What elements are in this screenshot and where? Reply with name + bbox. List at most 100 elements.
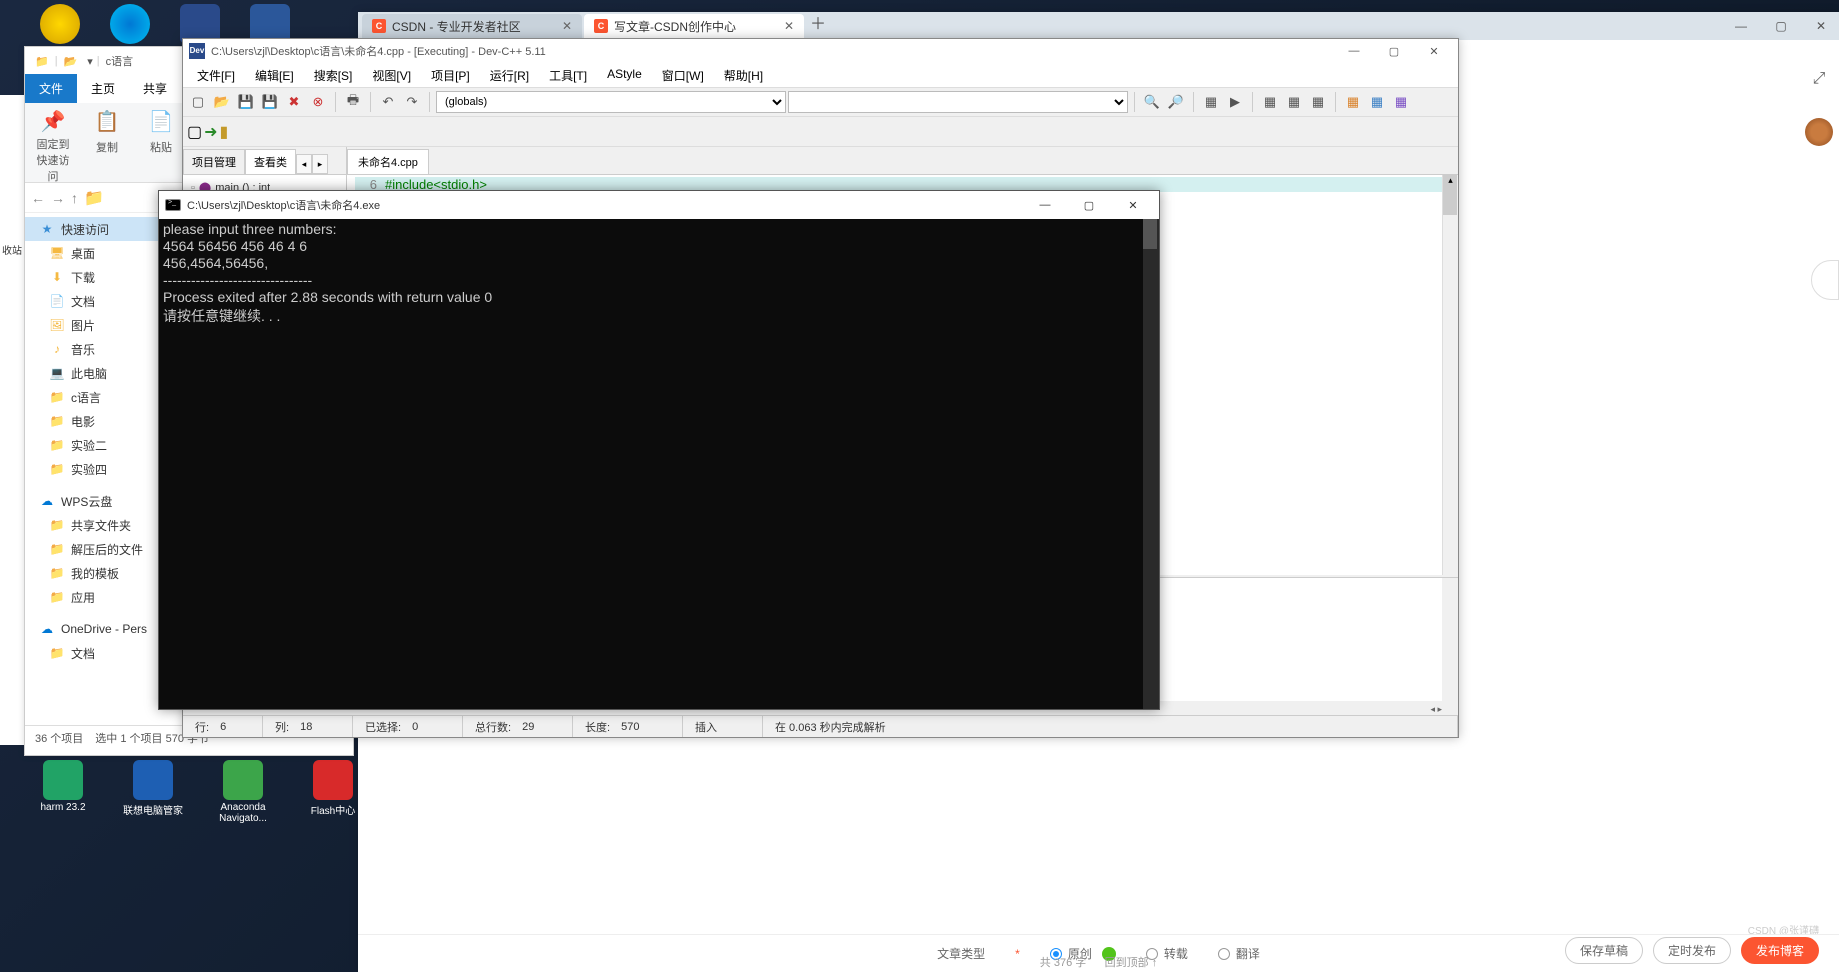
compile-icon[interactable]: ▦ (1200, 91, 1222, 113)
item-icon: 📄 (49, 294, 65, 308)
folder-icon: 📁 (35, 55, 49, 68)
new-tab-button[interactable]: ＋ (806, 14, 830, 38)
floating-button[interactable] (1811, 260, 1839, 300)
maximize-icon[interactable]: ▢ (1376, 41, 1412, 61)
desktop-icon[interactable]: 联想电脑管家 (118, 760, 188, 832)
back-button[interactable]: ← (31, 190, 45, 206)
close-icon[interactable]: ✕ (1416, 41, 1452, 61)
console-output[interactable]: please input three numbers: 4564 56456 4… (159, 219, 1159, 709)
schedule-button[interactable]: 定时发布 (1653, 937, 1731, 964)
terminal-icon (165, 199, 181, 211)
close-all-icon[interactable]: ⊗ (307, 91, 329, 113)
item-icon: 📁 (49, 462, 65, 476)
run-icon[interactable]: ▶ (1224, 91, 1246, 113)
globals-combo[interactable]: (globals) (436, 91, 786, 113)
minimize-icon[interactable]: — (1025, 193, 1065, 217)
item-icon: 💻 (49, 366, 65, 380)
close-icon[interactable]: ✕ (1807, 16, 1835, 36)
close-icon[interactable]: ✕ (1113, 193, 1153, 217)
scroll-right-icon[interactable]: ▸ (312, 154, 328, 174)
csdn-favicon-icon: C (594, 19, 608, 33)
toolbar-main: ▢ 📂 💾 💾 ✖ ⊗ 🖶 ↶ ↷ (globals) 🔍 🔎 ▦ ▶ ▦ ▦ … (183, 87, 1458, 117)
tab-close-icon[interactable]: ✕ (562, 19, 572, 33)
paste-icon: 📄 (147, 109, 175, 137)
paste-button[interactable]: 📄 粘贴 (141, 109, 181, 176)
print-icon[interactable]: 🖶 (342, 91, 364, 113)
radio-translate[interactable]: 翻译 (1218, 945, 1260, 962)
goto-icon[interactable]: ➜ (204, 122, 217, 142)
menu-item[interactable]: 工具[T] (539, 63, 597, 87)
members-combo[interactable] (788, 91, 1128, 113)
minimize-icon[interactable]: — (1336, 41, 1372, 61)
item-icon: 📁 (49, 518, 65, 532)
toolbar-secondary: ▢ ➜ ▮ (183, 117, 1458, 147)
publish-button[interactable]: 发布博客 (1741, 937, 1819, 964)
scroll-left-icon[interactable]: ◂ (296, 154, 312, 174)
console-titlebar[interactable]: C:\Users\zjl\Desktop\c语言\未命名4.exe — ▢ ✕ (159, 191, 1159, 219)
menu-item[interactable]: 编辑[E] (245, 63, 304, 87)
open-icon[interactable]: 📂 (211, 91, 233, 113)
up-button[interactable]: ↑ (71, 190, 78, 206)
toggle-icon[interactable]: ▮ (220, 122, 229, 142)
menu-item[interactable]: 窗口[W] (652, 63, 714, 87)
ribbon-file-tab[interactable]: 文件 (25, 74, 77, 103)
browser-tab[interactable]: C CSDN - 专业开发者社区 ✕ (362, 14, 582, 38)
new-file-icon[interactable]: ▢ (187, 91, 209, 113)
menu-item[interactable]: 文件[F] (187, 63, 245, 87)
maximize-icon[interactable]: ▢ (1767, 16, 1795, 36)
console-scrollbar[interactable] (1143, 219, 1159, 709)
item-icon: 📁 (49, 566, 65, 580)
debug-icon[interactable]: ▦ (1259, 91, 1281, 113)
recycle-stub: 收站 (0, 240, 24, 259)
menu-item[interactable]: 视图[V] (362, 63, 421, 87)
expand-icon[interactable]: ⤢ (1813, 70, 1826, 88)
item-icon: ⬇ (49, 270, 65, 284)
menu-item[interactable]: AStyle (597, 63, 652, 87)
minimize-icon[interactable]: — (1727, 16, 1755, 36)
grid-icon[interactable]: ▦ (1342, 91, 1364, 113)
editor-scrollbar[interactable]: ▴ (1442, 175, 1458, 575)
save-icon[interactable]: 💾 (235, 91, 257, 113)
ribbon-home-tab[interactable]: 主页 (77, 74, 129, 103)
bookmark-icon[interactable]: ▢ (187, 122, 202, 142)
music-app-icon[interactable] (40, 4, 80, 44)
menu-item[interactable]: 运行[R] (480, 63, 539, 87)
save-all-icon[interactable]: 💾 (259, 91, 281, 113)
grid3-icon[interactable]: ▦ (1390, 91, 1412, 113)
console-window: C:\Users\zjl\Desktop\c语言\未命名4.exe — ▢ ✕ … (158, 190, 1160, 710)
menu-item[interactable]: 搜索[S] (304, 63, 363, 87)
article-type-label: 文章类型 (937, 945, 985, 962)
menu-item[interactable]: 项目[P] (421, 63, 480, 87)
panel-scrollbar[interactable] (1442, 578, 1458, 717)
close-file-icon[interactable]: ✖ (283, 91, 305, 113)
replace-icon[interactable]: 🔎 (1165, 91, 1187, 113)
file-tab[interactable]: 未命名4.cpp (347, 149, 429, 174)
redo-icon[interactable]: ↷ (401, 91, 423, 113)
maximize-icon[interactable]: ▢ (1069, 193, 1109, 217)
copy-button[interactable]: 📋 复制 (87, 109, 127, 176)
undo-icon[interactable]: ↶ (377, 91, 399, 113)
tab-title: CSDN - 专业开发者社区 (392, 18, 521, 35)
grid2-icon[interactable]: ▦ (1366, 91, 1388, 113)
monkey-avatar-icon[interactable] (1805, 118, 1833, 146)
desktop-icon[interactable]: Anaconda Navigato... (208, 760, 278, 832)
step-icon[interactable]: ▦ (1283, 91, 1305, 113)
menu-item[interactable]: 帮助[H] (714, 63, 773, 87)
devcpp-titlebar[interactable]: Dev C:\Users\zjl\Desktop\c语言\未命名4.cpp - … (183, 39, 1458, 63)
edge-icon[interactable] (110, 4, 150, 44)
ribbon-share-tab[interactable]: 共享 (129, 74, 181, 103)
browser-window-controls: — ▢ ✕ (1727, 16, 1835, 36)
explorer-path: c语言 (106, 53, 134, 69)
tab-close-icon[interactable]: ✕ (784, 19, 794, 33)
find-icon[interactable]: 🔍 (1141, 91, 1163, 113)
project-tab[interactable]: 项目管理 (183, 149, 245, 174)
forward-button[interactable]: → (51, 190, 65, 206)
save-draft-button[interactable]: 保存草稿 (1565, 937, 1643, 964)
desktop-icon[interactable]: harm 23.2 (28, 760, 98, 832)
browser-tab-active[interactable]: C 写文章-CSDN创作中心 ✕ (584, 14, 804, 38)
stop-icon[interactable]: ▦ (1307, 91, 1329, 113)
classes-tab[interactable]: 查看类 (245, 149, 296, 174)
pin-button[interactable]: 📌 固定到 快速访问 (33, 109, 73, 176)
tab-title: 写文章-CSDN创作中心 (614, 18, 736, 35)
devcpp-statusbar: 行: 6 列: 18 已选择: 0 总行数: 29 长度: 570 插入 在 0… (183, 715, 1458, 737)
